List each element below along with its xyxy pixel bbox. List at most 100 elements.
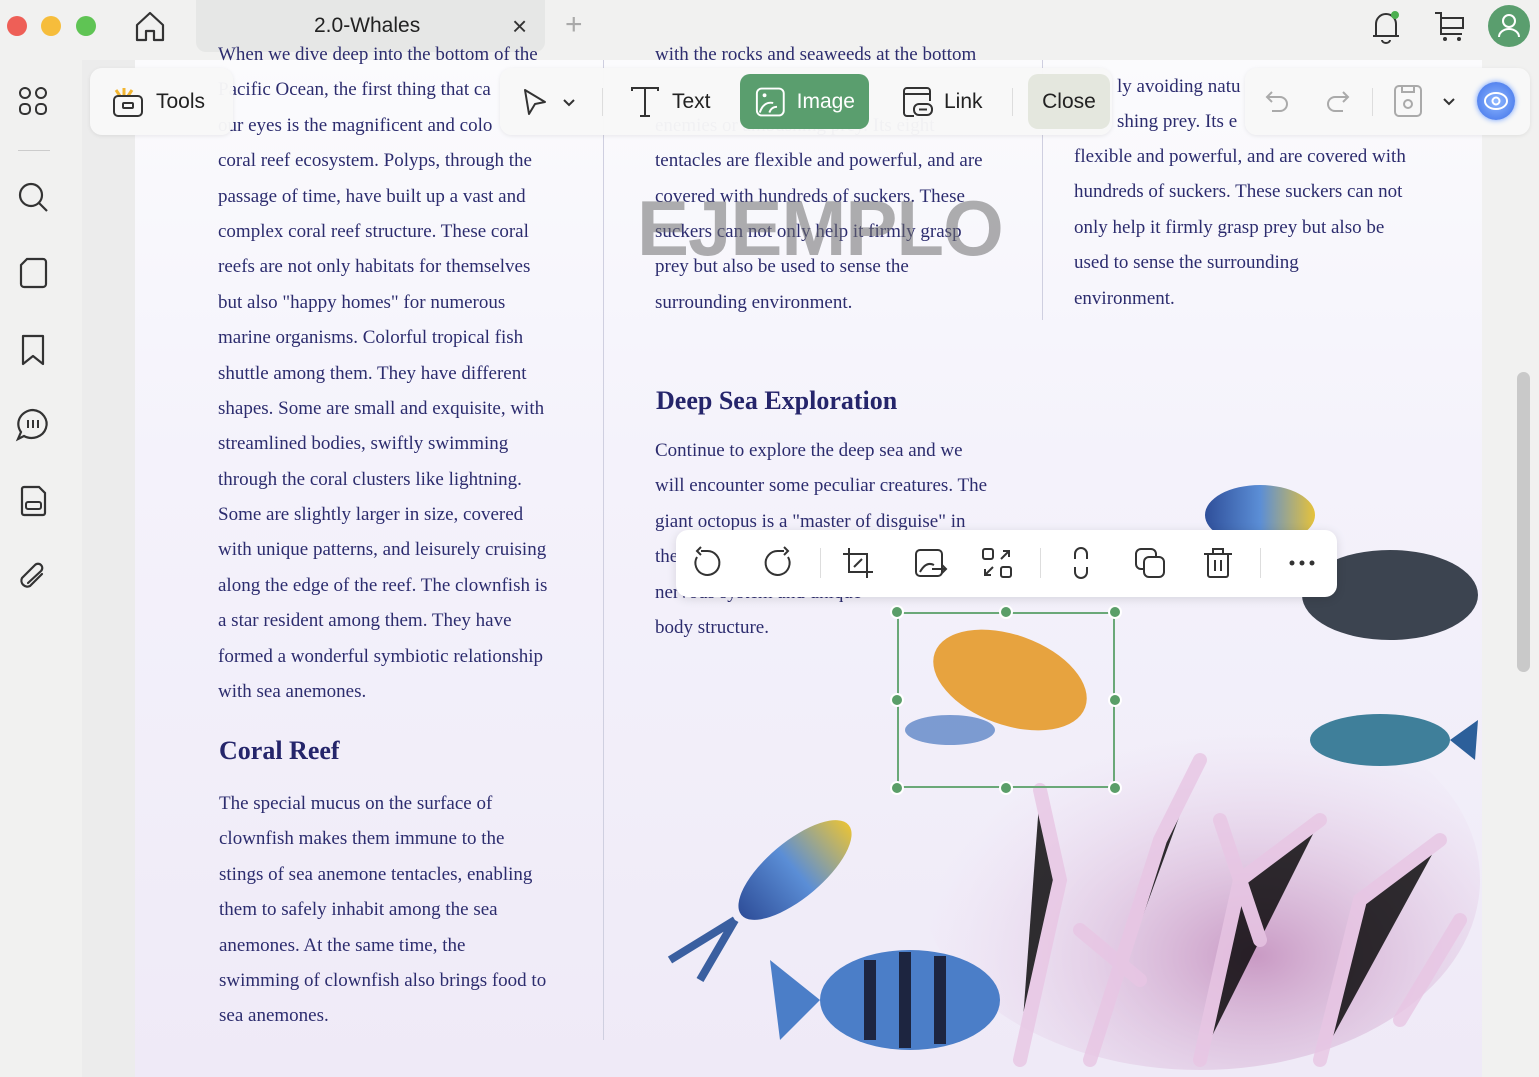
chevron-down-icon bbox=[563, 98, 575, 106]
rotate-left-icon[interactable] bbox=[689, 545, 725, 581]
text-column-3[interactable]: flexible and powerful, and are covered w… bbox=[1074, 139, 1406, 316]
coral-reef-paragraph[interactable]: The special mucus on the surface of clown… bbox=[219, 786, 546, 1034]
text-line: Pacific Ocean, the first thing that ca bbox=[218, 79, 491, 101]
link-icon[interactable] bbox=[1063, 545, 1099, 581]
text-line: through the coral clusters like lightnin… bbox=[218, 468, 522, 490]
text-line: formed a wonderful symbiotic relationshi… bbox=[218, 645, 544, 667]
text-line: shing prey. Its e bbox=[1117, 111, 1238, 133]
fish-tail bbox=[667, 916, 739, 983]
text-line: marine organisms. Colorful tropical fish bbox=[218, 327, 524, 349]
text-line: streamlined bodies, swiftly swimming bbox=[218, 433, 509, 455]
tools-label: Tools bbox=[156, 89, 206, 113]
image-icon bbox=[755, 87, 785, 116]
watermark: EJEMPLO bbox=[637, 184, 1004, 272]
text-line: Continue to explore the deep sea and we bbox=[655, 440, 963, 461]
tools-button[interactable]: Tools bbox=[96, 74, 219, 129]
bookmark-icon[interactable] bbox=[15, 332, 51, 368]
text-line: sea anemones. bbox=[219, 1005, 329, 1027]
toolbar-divider bbox=[1372, 88, 1373, 116]
page-gutter bbox=[82, 60, 135, 1077]
text-line: a star resident among them. They have bbox=[218, 610, 512, 632]
home-icon[interactable] bbox=[132, 8, 168, 44]
ai-assistant-icon bbox=[1484, 92, 1508, 110]
tab-title: 2.0-Whales bbox=[314, 14, 421, 37]
text-line: The special mucus on the surface of bbox=[219, 793, 493, 814]
text-tool-button[interactable]: Text bbox=[614, 74, 725, 129]
text-line: anemones. At the same time, the bbox=[219, 934, 466, 956]
toolbar-divider bbox=[602, 88, 603, 116]
select-tool-button[interactable] bbox=[505, 74, 591, 129]
undo-icon[interactable] bbox=[1262, 86, 1292, 116]
text-line: passage of time, have built up a vast an… bbox=[218, 185, 526, 207]
fish-tail bbox=[770, 960, 820, 1040]
attachment-icon[interactable] bbox=[15, 558, 51, 594]
text-line: only help it firmly grasp prey but also … bbox=[1074, 216, 1385, 238]
text-label: Text bbox=[672, 89, 711, 113]
text-line: flexible and powerful, and are covered w… bbox=[1074, 146, 1406, 167]
resize-handle[interactable] bbox=[890, 693, 904, 707]
image-tool-button[interactable]: Image bbox=[740, 74, 869, 129]
text-line: but also "happy homes" for numerous bbox=[218, 291, 506, 313]
text-line: them to safely inhabit among the sea bbox=[219, 899, 498, 921]
text-column-3-partial[interactable]: ly avoiding natu shing prey. Its e bbox=[1117, 69, 1243, 140]
user-avatar[interactable] bbox=[1488, 5, 1530, 47]
text-icon bbox=[631, 86, 659, 117]
resize-handle[interactable] bbox=[1108, 605, 1122, 619]
fish bbox=[738, 820, 852, 920]
resize-handle[interactable] bbox=[999, 605, 1013, 619]
link-box-icon bbox=[903, 86, 933, 117]
text-line: with sea anemones. bbox=[218, 681, 367, 703]
rotate-right-icon[interactable] bbox=[760, 545, 796, 581]
redo-icon[interactable] bbox=[1323, 86, 1353, 116]
vertical-scrollbar[interactable] bbox=[1517, 372, 1530, 672]
copy-icon[interactable] bbox=[1132, 545, 1168, 581]
resize-handle[interactable] bbox=[1108, 781, 1122, 795]
text-line: our eyes is the magnificent and colo bbox=[218, 114, 493, 136]
minimize-window-button[interactable] bbox=[41, 16, 61, 36]
text-line: along the edge of the reef. The clownfis… bbox=[218, 574, 548, 596]
resize-handle[interactable] bbox=[890, 781, 904, 795]
more-options-icon[interactable] bbox=[1284, 545, 1320, 581]
resize-handle[interactable] bbox=[1108, 693, 1122, 707]
save-options-chevron-icon[interactable] bbox=[1441, 93, 1457, 109]
delete-icon[interactable] bbox=[1200, 545, 1236, 581]
heading-deep-sea: Deep Sea Exploration bbox=[656, 386, 898, 415]
replace-image-icon[interactable] bbox=[912, 545, 948, 581]
page-icon[interactable] bbox=[15, 255, 51, 291]
toolbox-icon bbox=[113, 87, 143, 117]
new-tab-button[interactable]: + bbox=[565, 8, 583, 42]
text-line: environment. bbox=[1074, 287, 1175, 309]
link-tool-button[interactable]: Link bbox=[886, 74, 997, 129]
toolbar-divider bbox=[1260, 548, 1261, 578]
toolbar-divider bbox=[1040, 548, 1041, 578]
cart-icon[interactable] bbox=[1432, 8, 1468, 44]
crop-icon[interactable] bbox=[840, 545, 876, 581]
text-column-1[interactable]: When we dive deep into the bottom of the… bbox=[218, 37, 547, 709]
column-divider bbox=[603, 60, 604, 1040]
close-button[interactable]: Close bbox=[1028, 74, 1110, 129]
extract-image-icon[interactable] bbox=[979, 545, 1015, 581]
text-line: will encounter some peculiar creatures. … bbox=[655, 475, 988, 497]
heading-coral-reef: Coral Reef bbox=[219, 736, 340, 765]
image-selection-box[interactable] bbox=[897, 612, 1115, 788]
notification-bell-icon[interactable] bbox=[1368, 6, 1404, 46]
pointer-icon bbox=[524, 88, 546, 115]
sidebar-divider bbox=[18, 150, 50, 151]
search-icon[interactable] bbox=[15, 179, 51, 215]
comment-icon[interactable] bbox=[15, 407, 51, 443]
text-line: When we dive deep into the bottom of the bbox=[218, 44, 538, 65]
user-icon bbox=[1498, 14, 1520, 38]
text-line: stings of sea anemone tentacles, enablin… bbox=[219, 863, 533, 885]
text-line: clownfish makes them immune to the bbox=[219, 828, 505, 850]
ai-assistant-button[interactable] bbox=[1477, 82, 1515, 120]
apps-grid-icon[interactable] bbox=[15, 83, 51, 119]
close-window-button[interactable] bbox=[7, 16, 27, 36]
resize-handle[interactable] bbox=[890, 605, 904, 619]
text-line: shapes. Some are small and exquisite, wi… bbox=[218, 397, 545, 419]
text-line: used to sense the surrounding bbox=[1074, 252, 1299, 274]
resize-handle[interactable] bbox=[999, 781, 1013, 795]
save-icon[interactable] bbox=[1392, 84, 1424, 118]
text-line: coral reef ecosystem. Polyps, through th… bbox=[218, 150, 532, 172]
form-icon[interactable] bbox=[15, 483, 51, 519]
zoom-window-button[interactable] bbox=[76, 16, 96, 36]
